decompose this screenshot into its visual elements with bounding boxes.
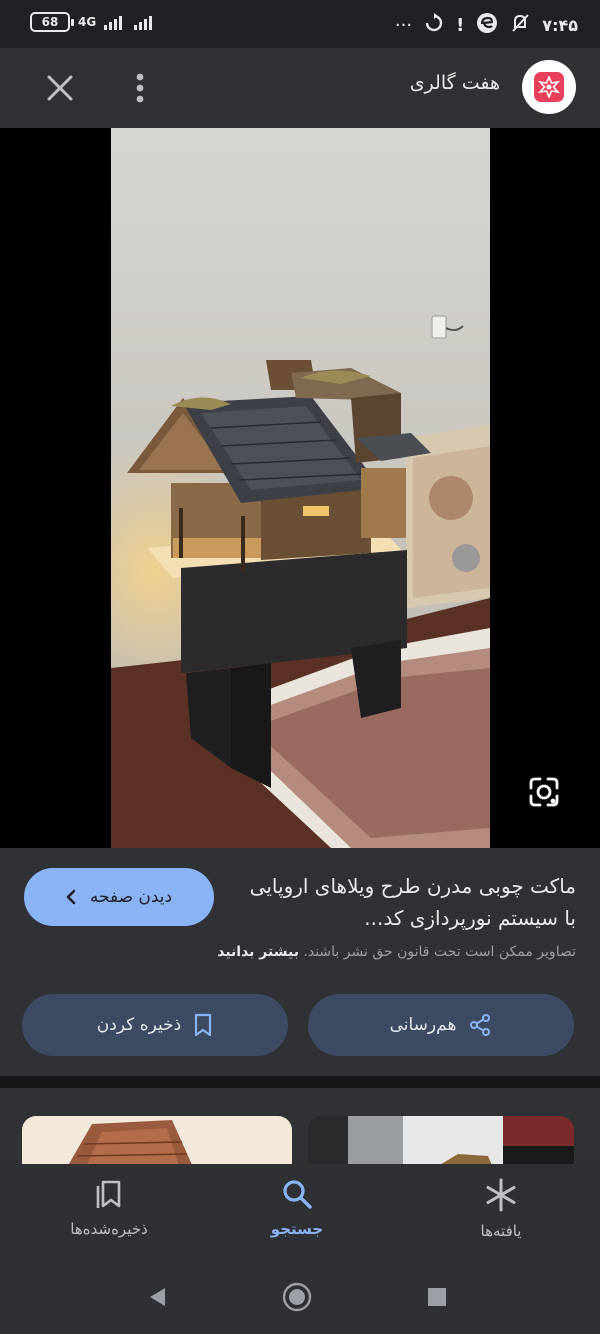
site-name[interactable]: هفت گالری: [410, 72, 500, 94]
status-bar: 68 4G ··· ! ۷:۴۵: [0, 0, 600, 48]
chevron-left-icon: [66, 889, 76, 905]
nav-discover-label: یافته‌ها: [480, 1222, 522, 1240]
image-viewer[interactable]: [0, 128, 600, 848]
system-navigation-bar: [0, 1256, 600, 1334]
share-button[interactable]: هم‌رسانی: [308, 994, 574, 1056]
battery-indicator: 68: [30, 12, 74, 32]
copyright-text: تصاویر ممکن است تحت قانون حق نشر باشند.: [303, 944, 576, 960]
related-image-thumb[interactable]: [308, 1116, 574, 1164]
more-vert-icon: [136, 73, 144, 103]
image-title[interactable]: ماکت چوبی مدرن طرح ویلاهای اروپایی با سی…: [246, 870, 576, 934]
nav-search[interactable]: جستجو: [222, 1178, 372, 1238]
close-button[interactable]: [38, 68, 82, 108]
edge-icon: [476, 12, 498, 39]
lens-search-button[interactable]: [520, 770, 568, 814]
system-back-button[interactable]: [142, 1282, 172, 1312]
share-label: هم‌رسانی: [389, 1015, 457, 1035]
home-circle-icon: [282, 1282, 312, 1312]
nav-saved-label: ذخیره‌شده‌ها: [70, 1220, 148, 1238]
signal-bars-icon: [104, 14, 123, 30]
system-recents-button[interactable]: [422, 1282, 452, 1312]
more-options-button[interactable]: [122, 68, 158, 108]
clock: ۷:۴۵: [542, 16, 578, 35]
share-icon: [470, 1014, 491, 1036]
google-lens-icon: [529, 777, 559, 807]
bookmark-icon: [195, 1013, 212, 1037]
section-divider: [0, 1076, 600, 1088]
visit-page-button[interactable]: دیدن صفحه: [24, 868, 214, 926]
nav-saved[interactable]: ذخیره‌شده‌ها: [34, 1178, 184, 1238]
overflow-dots-icon: ···: [394, 15, 413, 36]
collections-icon: [96, 1180, 121, 1208]
copyright-notice: تصاویر ممکن است تحت قانون حق نشر باشند. …: [16, 944, 576, 960]
app-header: هفت گالری: [0, 48, 600, 128]
bottom-navigation: یافته‌ها جستجو ذخیره‌شده‌ها: [0, 1164, 600, 1256]
recents-square-icon: [428, 1288, 446, 1306]
close-icon: [47, 75, 73, 101]
info-panel: دیدن صفحه ماکت چوبی مدرن طرح ویلاهای ارو…: [0, 848, 600, 1076]
haft-gallery-logo-icon: [534, 72, 564, 102]
nav-search-label: جستجو: [270, 1220, 324, 1238]
save-label: ذخیره کردن: [96, 1015, 182, 1035]
house-model-photo: [111, 128, 490, 848]
system-home-button[interactable]: [282, 1282, 312, 1312]
search-icon: [283, 1180, 312, 1209]
nav-discover[interactable]: یافته‌ها: [426, 1178, 576, 1240]
asterisk-icon: [486, 1178, 516, 1212]
learn-more-link[interactable]: بیشتر بدانید: [217, 944, 299, 960]
related-images: [0, 1088, 600, 1164]
site-logo[interactable]: [522, 60, 576, 114]
network-type: 4G: [78, 15, 97, 29]
save-button[interactable]: ذخیره کردن: [22, 994, 288, 1056]
signal-bars-2-icon: [134, 14, 153, 30]
back-triangle-icon: [150, 1288, 165, 1306]
related-image-thumb[interactable]: [22, 1116, 292, 1164]
sync-icon: [424, 13, 444, 38]
visit-page-label: دیدن صفحه: [89, 887, 173, 907]
alert-icon: !: [456, 15, 465, 36]
mute-icon: [510, 13, 530, 38]
